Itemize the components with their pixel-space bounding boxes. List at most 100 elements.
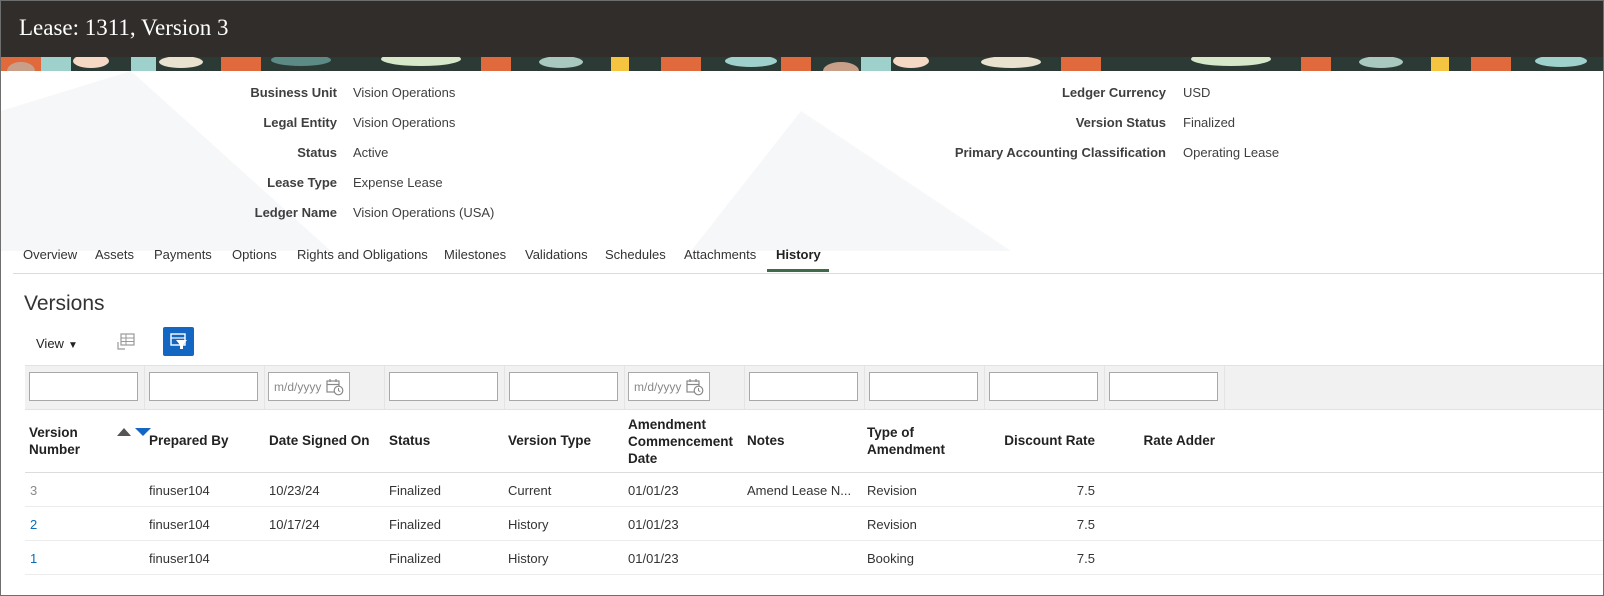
- cell-version-type: History: [508, 551, 549, 566]
- table-row[interactable]: 1 finuser104 Finalized History 01/01/23 …: [25, 541, 1603, 575]
- col-label-line: Amendment: [867, 442, 946, 457]
- label-ledger-currency: Ledger Currency: [1061, 85, 1166, 100]
- chevron-down-icon: ▼: [67, 340, 78, 351]
- value-primary-accounting-classification: Operating Lease: [1183, 145, 1280, 160]
- filter-cell: [145, 366, 265, 409]
- label-lease-type: Lease Type: [267, 175, 337, 190]
- cell-type-of-amendment: Revision: [867, 483, 917, 498]
- filter-notes-input[interactable]: [749, 372, 858, 401]
- filter-date-signed-input[interactable]: m/d/yyyy: [268, 372, 350, 401]
- tab-rights-and-obligations[interactable]: Rights and Obligations: [297, 247, 428, 262]
- tab-payments[interactable]: Payments: [154, 247, 212, 262]
- cell-status: Finalized: [389, 483, 442, 498]
- decorative-banner: [1, 57, 1603, 71]
- col-discount-rate[interactable]: Discount Rate: [987, 432, 1095, 449]
- filter-version-number-input[interactable]: [29, 372, 138, 401]
- filter-cell: [505, 366, 625, 409]
- label-status: Status: [297, 145, 337, 160]
- cell-prepared-by: finuser104: [149, 483, 210, 498]
- tab-options[interactable]: Options: [232, 247, 277, 262]
- calendar-icon[interactable]: [326, 378, 344, 396]
- label-version-status: Version Status: [1075, 115, 1166, 130]
- cell-prepared-by: finuser104: [149, 517, 210, 532]
- table-row[interactable]: 3 finuser104 10/23/24 Finalized Current …: [25, 473, 1603, 507]
- versions-title: Versions: [24, 292, 105, 315]
- filter-discount-rate-input[interactable]: [989, 372, 1098, 401]
- value-lease-type: Expense Lease: [353, 175, 443, 190]
- col-status[interactable]: Status: [389, 432, 430, 449]
- versions-panel: Versions View ▼ m/d/yyyy m/d/yyyy Versio…: [13, 274, 1603, 595]
- filter-cell: [1105, 366, 1225, 409]
- cell-notes: Amend Lease N...: [747, 483, 852, 498]
- tab-overview[interactable]: Overview: [23, 247, 77, 262]
- col-date-signed-on[interactable]: Date Signed On: [269, 432, 370, 449]
- value-status: Active: [353, 145, 389, 160]
- cell-discount-rate: 7.5: [1076, 517, 1095, 532]
- value-legal-entity: Vision Operations: [353, 115, 456, 130]
- cell-version-number-link[interactable]: 1: [30, 551, 37, 566]
- tab-milestones[interactable]: Milestones: [444, 247, 506, 262]
- table-row[interactable]: 2 finuser104 10/17/24 Finalized History …: [25, 507, 1603, 541]
- tab-attachments[interactable]: Attachments: [684, 247, 756, 262]
- cell-version-number-link[interactable]: 2: [30, 517, 37, 532]
- tab-assets[interactable]: Assets: [95, 247, 134, 262]
- sort-ascending-icon[interactable]: [117, 428, 131, 436]
- query-by-example-button[interactable]: [163, 327, 194, 356]
- cell-status: Finalized: [389, 551, 442, 566]
- filter-row: m/d/yyyy m/d/yyyy: [25, 365, 1603, 410]
- col-label-line: Type of: [867, 425, 914, 440]
- date-placeholder: m/d/yyyy: [634, 380, 682, 394]
- tab-validations[interactable]: Validations: [525, 247, 588, 262]
- cell-date-signed-on: 10/23/24: [269, 483, 320, 498]
- cell-amendment-date: 01/01/23: [628, 483, 679, 498]
- filter-cell: m/d/yyyy: [265, 366, 385, 409]
- value-version-status: Finalized: [1183, 115, 1236, 130]
- cell-status: Finalized: [389, 517, 442, 532]
- filter-status-input[interactable]: [389, 372, 498, 401]
- tab-history[interactable]: History: [776, 247, 821, 262]
- label-legal-entity: Legal Entity: [263, 115, 337, 130]
- active-tab-indicator: [767, 269, 829, 272]
- cell-version-type: Current: [508, 483, 552, 498]
- view-menu-label: View: [36, 336, 64, 351]
- col-label-line: Number: [29, 442, 81, 457]
- filter-cell: [865, 366, 985, 409]
- filter-cell: [745, 366, 865, 409]
- filter-version-type-input[interactable]: [509, 372, 618, 401]
- detach-table-icon[interactable]: [116, 332, 136, 352]
- cell-amendment-date: 01/01/23: [628, 517, 679, 532]
- page-header: Lease: 1311, Version 3: [1, 1, 1603, 57]
- cell-version-type: History: [508, 517, 549, 532]
- value-business-unit: Vision Operations: [353, 85, 456, 100]
- filter-cell: [985, 366, 1105, 409]
- filter-rate-adder-input[interactable]: [1109, 372, 1218, 401]
- col-rate-adder[interactable]: Rate Adder: [1107, 432, 1215, 449]
- col-prepared-by[interactable]: Prepared By: [149, 432, 229, 449]
- filter-icon: [170, 333, 187, 349]
- cell-version-number-link[interactable]: 3: [30, 483, 37, 498]
- date-placeholder: m/d/yyyy: [274, 380, 322, 394]
- col-version-type[interactable]: Version Type: [508, 432, 591, 449]
- label-ledger-name: Ledger Name: [254, 205, 337, 220]
- col-type-of-amendment[interactable]: Type of Amendment: [867, 424, 945, 458]
- filter-amendment-date-input[interactable]: m/d/yyyy: [628, 372, 710, 401]
- filter-type-of-amendment-input[interactable]: [869, 372, 978, 401]
- col-notes[interactable]: Notes: [747, 432, 785, 449]
- col-version-number[interactable]: Version Number: [29, 424, 80, 458]
- col-amendment-commencement-date[interactable]: Amendment Commencement Date: [628, 416, 733, 467]
- page-title: Lease: 1311, Version 3: [19, 15, 229, 40]
- table-header: Version Number Prepared By Date Signed O…: [25, 408, 1603, 473]
- cell-amendment-date: 01/01/23: [628, 551, 679, 566]
- col-label-line: Version: [29, 425, 78, 440]
- page-frame: Lease: 1311, Version 3 Business Unit Vis…: [0, 0, 1604, 596]
- cell-prepared-by: finuser104: [149, 551, 210, 566]
- tab-bar: Overview Assets Payments Options Rights …: [13, 241, 1603, 274]
- col-label-line: Commencement: [628, 434, 734, 449]
- col-label-line: Amendment: [628, 417, 707, 432]
- value-ledger-name: Vision Operations (USA): [353, 205, 495, 220]
- cell-discount-rate: 7.5: [1076, 483, 1095, 498]
- view-menu-button[interactable]: View ▼: [36, 336, 78, 351]
- tab-schedules[interactable]: Schedules: [605, 247, 666, 262]
- filter-prepared-by-input[interactable]: [149, 372, 258, 401]
- calendar-icon[interactable]: [686, 378, 704, 396]
